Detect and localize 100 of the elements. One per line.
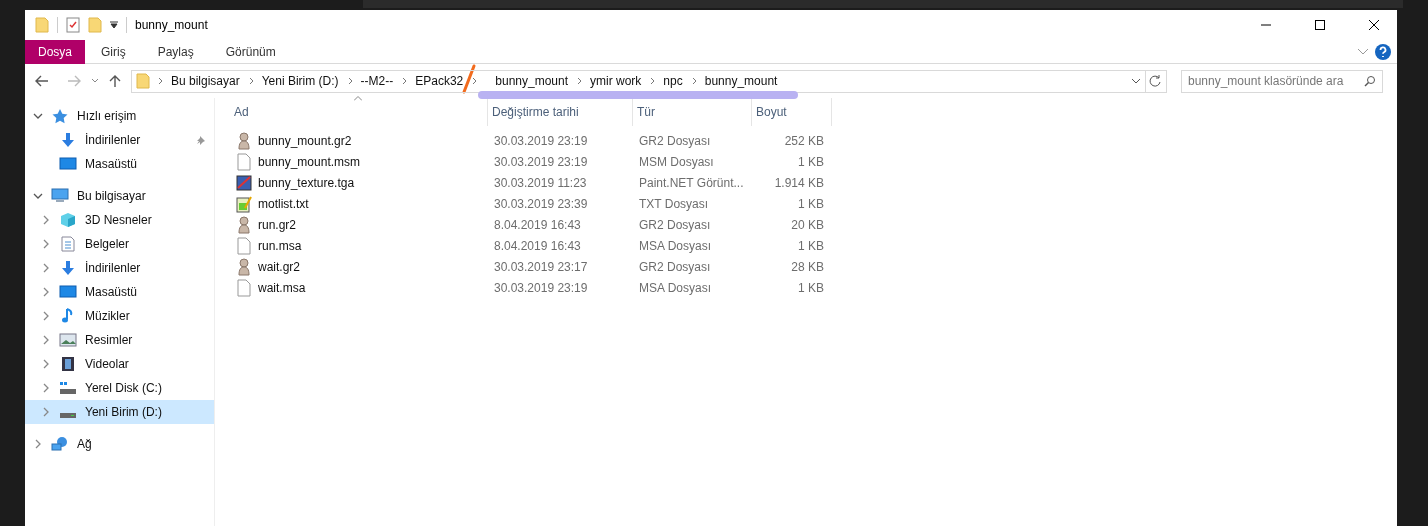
- nav-item[interactable]: Videolar: [25, 352, 214, 376]
- computer-icon: [51, 188, 69, 204]
- star-icon: [51, 108, 69, 124]
- nav-label: Bu bilgisayar: [77, 188, 147, 205]
- search-field[interactable]: bunny_mount klasöründe ara: [1181, 69, 1383, 93]
- breadcrumb[interactable]: npc: [658, 72, 688, 90]
- maximize-icon: [1315, 20, 1325, 30]
- file-icon: [236, 152, 252, 171]
- size-cell-text: 20 KB: [791, 216, 824, 234]
- help-icon[interactable]: [1375, 43, 1391, 60]
- figure-icon: [236, 215, 252, 234]
- nav-label: İndirilenler: [85, 132, 142, 149]
- picture-icon: [59, 332, 77, 348]
- nav-label: Müzikler: [85, 308, 131, 325]
- nav-label: Ağ: [77, 436, 93, 453]
- nav-item[interactable]: Yerel Disk (C:): [25, 376, 214, 400]
- date-cell-text: 8.04.2019 16:43: [493, 238, 581, 253]
- size-cell-text: 28 KB: [791, 258, 824, 276]
- figure-icon: [236, 257, 252, 276]
- nav-item[interactable]: Ağ: [25, 432, 214, 456]
- date-cell-text: 30.03.2019 23:17: [493, 259, 588, 274]
- chevron-down-icon[interactable]: [1357, 47, 1369, 56]
- file-name[interactable]: run.gr2: [258, 215, 297, 234]
- nav-item[interactable]: İndirilenler: [25, 256, 214, 280]
- column-header[interactable]: Ad: [230, 98, 488, 126]
- nav-item[interactable]: İndirilenler: [25, 128, 214, 152]
- file-name[interactable]: motlist.txt: [258, 194, 309, 213]
- expand-icon[interactable]: [41, 215, 51, 225]
- folder-icon: [35, 17, 49, 33]
- up-icon[interactable]: [109, 74, 121, 88]
- expand-icon[interactable]: [41, 239, 51, 249]
- pin-icon[interactable]: [196, 135, 206, 145]
- sort-icon: [354, 96, 362, 101]
- close-icon: [1369, 20, 1379, 30]
- breadcrumb[interactable]: ymir work: [585, 72, 647, 90]
- back-icon[interactable]: [35, 75, 49, 87]
- breadcrumb[interactable]: bunny_mount: [490, 72, 574, 90]
- expand-icon[interactable]: [41, 335, 51, 345]
- dropdown-icon[interactable]: [1131, 77, 1141, 85]
- search-icon[interactable]: [1364, 75, 1376, 87]
- file-name[interactable]: bunny_mount.msm: [258, 152, 361, 171]
- collapse-icon[interactable]: [33, 191, 43, 201]
- column-header[interactable]: Boyut: [752, 98, 832, 126]
- breadcrumb[interactable]: --M2--: [355, 72, 399, 90]
- nav-item[interactable]: Resimler: [25, 328, 214, 352]
- nav-label: İndirilenler: [85, 260, 142, 277]
- size-cell-text: 252 KB: [784, 132, 824, 150]
- expand-icon[interactable]: [41, 383, 51, 393]
- slash-mark-drawing: [462, 64, 476, 94]
- nav-item[interactable]: Hızlı erişim: [25, 104, 214, 128]
- notepad-icon: [236, 194, 252, 213]
- dropdown-icon[interactable]: [110, 21, 118, 29]
- expand-icon[interactable]: [33, 439, 43, 449]
- ribbon-tab[interactable]: Paylaş: [144, 39, 207, 64]
- nav-item[interactable]: Masaüstü: [25, 152, 214, 176]
- nav-item[interactable]: 3D Nesneler: [25, 208, 214, 232]
- nav-item[interactable]: Yeni Birim (D:): [25, 400, 214, 424]
- breadcrumb[interactable]: EPack32: [410, 72, 469, 90]
- size-cell-text: 1.914 KB: [774, 174, 824, 192]
- type-cell-text: GR2 Dosyası: [638, 217, 711, 232]
- properties-icon[interactable]: [66, 17, 80, 33]
- size-cell-text: 1 KB: [798, 195, 824, 213]
- ribbon-tab[interactable]: Dosya: [25, 39, 85, 64]
- date-cell-text: 30.03.2019 11:23: [493, 175, 587, 190]
- breadcrumb[interactable]: Bu bilgisayar: [166, 72, 245, 90]
- file-name[interactable]: bunny_mount.gr2: [258, 131, 352, 150]
- caret-icon[interactable]: [91, 78, 99, 84]
- date-cell-text: 30.03.2019 23:39: [493, 196, 588, 211]
- monitor-icon: [59, 284, 77, 300]
- expand-icon[interactable]: [41, 263, 51, 273]
- type-cell-text: GR2 Dosyası: [638, 133, 711, 148]
- file-name[interactable]: bunny_texture.tga: [258, 173, 355, 192]
- expand-icon[interactable]: [41, 359, 51, 369]
- breadcrumb[interactable]: Yeni Birim (D:): [256, 72, 344, 90]
- file-name[interactable]: wait.gr2: [258, 257, 301, 276]
- nav-label: Resimler: [85, 332, 134, 349]
- network-icon: [51, 436, 69, 452]
- file-icon: [236, 236, 252, 255]
- file-name[interactable]: run.msa: [258, 236, 302, 255]
- nav-item[interactable]: Bu bilgisayar: [25, 184, 214, 208]
- nav-label: Hızlı erişim: [77, 108, 138, 125]
- column-header[interactable]: Tür: [633, 98, 752, 126]
- nav-label: Masaüstü: [85, 284, 139, 301]
- file-name[interactable]: wait.msa: [258, 278, 306, 297]
- expand-icon[interactable]: [41, 287, 51, 297]
- collapse-icon[interactable]: [33, 111, 43, 121]
- expand-icon[interactable]: [41, 407, 51, 417]
- ribbon-tab[interactable]: Görünüm: [212, 39, 289, 64]
- nav-item[interactable]: Müzikler: [25, 304, 214, 328]
- expand-icon[interactable]: [41, 311, 51, 321]
- nav-label: Yerel Disk (C:): [85, 380, 163, 397]
- window-title: bunny_mount: [135, 17, 208, 34]
- column-header[interactable]: Değiştirme tarihi: [488, 98, 633, 126]
- nav-item[interactable]: Masaüstü: [25, 280, 214, 304]
- ribbon-tab[interactable]: Giriş: [88, 39, 139, 64]
- drive-icon: [59, 412, 77, 418]
- nav-item[interactable]: Belgeler: [25, 232, 214, 256]
- type-cell-text: MSM Dosyası: [638, 154, 714, 169]
- breadcrumb[interactable]: bunny_mount: [699, 72, 783, 90]
- address-bar[interactable]: Bu bilgisayar Yeni Birim (D:) --M2-- EPack32 bunny_mount ymir work npc bunny_mount: [131, 69, 1167, 93]
